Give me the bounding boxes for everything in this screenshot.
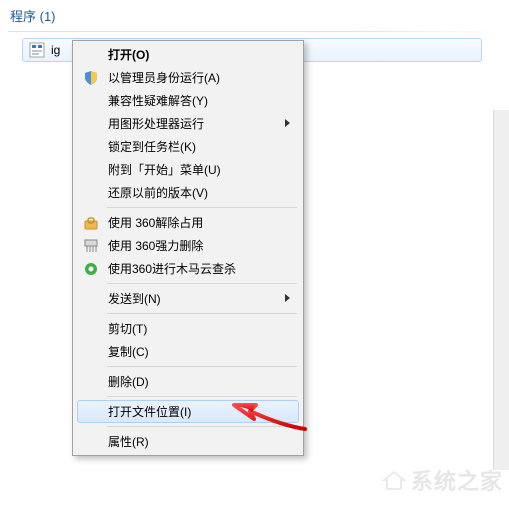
menu-item-icon-empty (83, 47, 99, 63)
menu-item-icon-empty (83, 139, 99, 155)
menu-item-label: 使用360进行木马云查杀 (108, 260, 236, 277)
shred-360-icon (83, 238, 99, 254)
watermark-text: 系统之家 (411, 464, 503, 496)
menu-item-label: 剪切(T) (108, 320, 147, 337)
menu-item[interactable]: 以管理员身份运行(A) (77, 66, 299, 89)
menu-item-label: 属性(R) (108, 433, 149, 450)
menu-item[interactable]: 兼容性疑难解答(Y) (77, 89, 299, 112)
menu-separator (107, 366, 297, 367)
menu-item-icon-empty (83, 344, 99, 360)
submenu-arrow-icon (285, 119, 290, 127)
menu-item-label: 发送到(N) (108, 290, 161, 307)
menu-item[interactable]: 发送到(N) (77, 287, 299, 310)
menu-item[interactable]: 锁定到任务栏(K) (77, 135, 299, 158)
file-name: ig (51, 43, 60, 57)
menu-item[interactable]: 使用 360解除占用 (77, 211, 299, 234)
menu-item-icon-empty (83, 185, 99, 201)
menu-item-icon-empty (83, 162, 99, 178)
menu-item-icon-empty (83, 321, 99, 337)
menu-item[interactable]: 打开(O) (77, 43, 299, 66)
menu-item-label: 附到「开始」菜单(U) (108, 161, 221, 178)
menu-item-label: 打开文件位置(I) (108, 403, 191, 420)
menu-item-label: 复制(C) (108, 343, 149, 360)
unlock-360-icon (83, 215, 99, 231)
menu-item[interactable]: 使用 360强力删除 (77, 234, 299, 257)
menu-item-icon-empty (83, 404, 99, 420)
watermark: 系统之家 (381, 464, 503, 496)
menu-item-icon-empty (83, 434, 99, 450)
submenu-arrow-icon (285, 294, 290, 302)
menu-item-icon-empty (83, 374, 99, 390)
menu-item-icon-empty (83, 93, 99, 109)
menu-item[interactable]: 使用360进行木马云查杀 (77, 257, 299, 280)
menu-separator (107, 426, 297, 427)
menu-item[interactable]: 用图形处理器运行 (77, 112, 299, 135)
menu-item-label: 以管理员身份运行(A) (108, 69, 220, 86)
shield-icon (83, 70, 99, 86)
menu-item-icon-empty (83, 116, 99, 132)
menu-item[interactable]: 还原以前的版本(V) (77, 181, 299, 204)
menu-item-icon-empty (83, 291, 99, 307)
menu-item-label: 删除(D) (108, 373, 149, 390)
menu-separator (107, 207, 297, 208)
menu-item-label: 还原以前的版本(V) (108, 184, 208, 201)
menu-item[interactable]: 打开文件位置(I) (77, 400, 299, 423)
menu-item-label: 使用 360解除占用 (108, 214, 203, 231)
menu-item[interactable]: 复制(C) (77, 340, 299, 363)
section-header: 程序 (1) (0, 0, 509, 29)
executable-icon (29, 42, 45, 58)
section-title: 程序 (1) (10, 9, 56, 24)
menu-item[interactable]: 剪切(T) (77, 317, 299, 340)
menu-item[interactable]: 删除(D) (77, 370, 299, 393)
menu-separator (107, 283, 297, 284)
menu-item[interactable]: 附到「开始」菜单(U) (77, 158, 299, 181)
menu-item-label: 用图形处理器运行 (108, 115, 204, 132)
context-menu: 打开(O) 以管理员身份运行(A) 兼容性疑难解答(Y) 用图形处理器运行锁定到任务栏… (72, 40, 304, 456)
header-divider (8, 31, 501, 32)
menu-item-label: 使用 360强力删除 (108, 237, 203, 254)
scan-360-icon (83, 261, 99, 277)
menu-item-label: 兼容性疑难解答(Y) (108, 92, 208, 109)
menu-separator (107, 396, 297, 397)
menu-separator (107, 313, 297, 314)
scrollbar[interactable] (493, 110, 509, 470)
menu-item[interactable]: 属性(R) (77, 430, 299, 453)
menu-item-label: 锁定到任务栏(K) (108, 138, 196, 155)
menu-item-label: 打开(O) (108, 46, 149, 63)
